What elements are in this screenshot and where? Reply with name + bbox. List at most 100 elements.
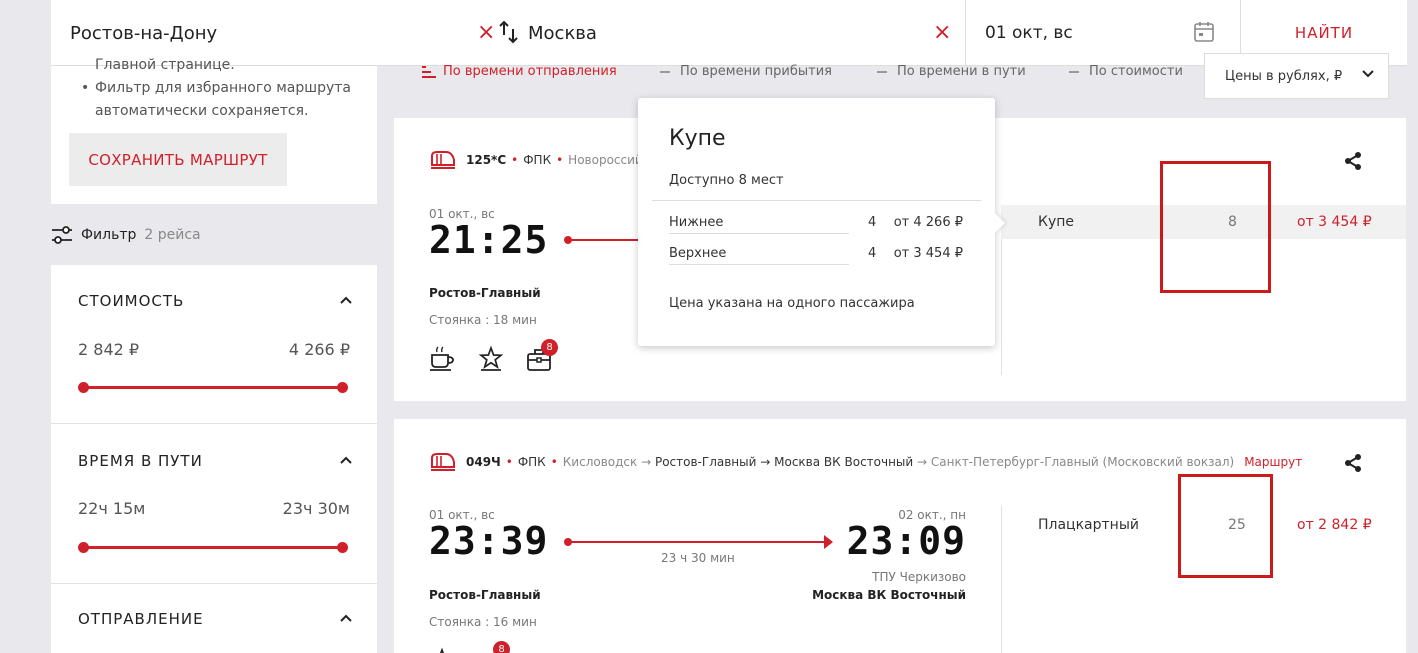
sort-by-price[interactable]: По стоимости [1069,64,1183,79]
filter-header[interactable]: Фильтр 2 рейса [51,220,377,250]
share-icon[interactable] [1343,453,1363,473]
tooltip-title: Купе [669,126,726,151]
save-route-button[interactable]: СОХРАНИТЬ МАРШРУТ [69,133,287,186]
separator-dot: • [505,455,513,469]
arrival-terminal: ТПУ Черкизово [872,570,966,584]
route-arrow: → [760,455,771,469]
carrier: ФПК [523,153,552,167]
train-header: 049Ч • ФПК • Кисловодск → Ростов-Главный… [430,452,1302,472]
dash-icon [877,70,887,73]
coffee-icon[interactable] [429,345,455,371]
note-item: Фильтр для избранного маршрута автоматич… [79,77,359,123]
chevron-up-icon[interactable] [339,295,353,305]
cost-filter: СТОИМОСТЬ 2 842 ₽ 4 266 ₽ [51,265,377,424]
departure-filter: ОТПРАВЛЕНИЕ [51,584,377,653]
note-text: Главной странице. Фильтр для избранного … [79,54,359,123]
dash-icon [1069,70,1079,73]
slider-min-handle[interactable] [78,382,89,393]
highlight-box [1160,161,1271,293]
clear-to-icon[interactable]: × [933,20,951,45]
highlight-box [1178,474,1273,578]
seat-price: от 2 842 ₽ [1297,517,1372,533]
note-partial: Главной странице. [95,57,235,73]
chevron-up-icon[interactable] [339,613,353,623]
berth-count: 4 [868,246,877,261]
tooltip-note: Цена указана на одного пассажира [669,296,915,311]
departure-time: 21:25 [429,218,549,262]
slider-max-handle[interactable] [337,542,348,553]
sort-by-arrival[interactable]: По времени прибытия [660,64,832,79]
arrival-station: Москва ВК Восточный [812,588,966,602]
route-line [564,236,647,244]
berth-price: от 3 454 ₽ [893,246,963,261]
star-icon[interactable] [429,647,455,653]
route-line [564,535,833,549]
chevron-down-icon [1362,70,1374,78]
cost-slider[interactable] [78,382,348,393]
share-icon[interactable] [1343,151,1363,171]
date-value: 01 окт, вс [985,23,1073,43]
amenities-badge: 8 [541,339,558,356]
carrier: ФПК [517,455,546,469]
tooltip-availability: Доступно 8 мест [669,173,784,188]
route-departure-station: Ростов-Главный [654,455,757,469]
sort-by-departure[interactable]: По времени отправления [421,64,617,79]
arrival-time: 23:09 [846,519,966,563]
berth-price: от 4 266 ₽ [893,215,963,230]
separator-dot: • [511,153,519,167]
stop-duration: Стоянка : 16 мин [429,615,537,629]
currency-select[interactable]: Цены в рублях, ₽ [1204,53,1389,99]
sort-label: По стоимости [1089,64,1183,79]
star-icon[interactable] [478,345,504,371]
sort-label: По времени отправления [443,64,617,79]
train-number: 049Ч [466,455,501,469]
travel-time-max: 23ч 30м [282,499,350,518]
departure-station: Ростов-Главный [429,588,541,602]
amenities-badge: 8 [493,641,510,653]
filter-label: Фильтр [81,227,137,243]
divider [652,200,981,201]
travel-duration: 23 ч 30 мин [661,551,735,565]
separator-dot: • [556,153,564,167]
berth-count: 4 [868,215,877,230]
cost-min: 2 842 ₽ [78,340,140,359]
seat-class: Купе [1038,214,1074,230]
saved-route-panel: Главной странице. Фильтр для избранного … [51,57,377,204]
filter-count: 2 рейса [144,227,201,243]
route: Новороссий [568,153,643,167]
chevron-up-icon[interactable] [339,455,353,465]
train-icon [431,453,455,471]
departure-time: 23:39 [429,519,549,563]
train-number: 125*С [466,153,507,167]
berth-type: Нижнее [669,215,724,230]
cost-filter-title: СТОИМОСТЬ [78,292,185,310]
from-value: Ростов-на-Дону [70,22,218,44]
sort-icon [422,65,436,78]
calendar-icon[interactable] [1194,21,1214,43]
seat-details-tooltip: Купе Доступно 8 мест Нижнее 4 от 4 266 ₽… [638,98,1005,346]
cost-max: 4 266 ₽ [288,340,350,359]
slider-max-handle[interactable] [337,382,348,393]
berth-type: Верхнее [669,246,727,261]
train-header: 125*С • ФПК • Новороссий [430,150,643,170]
departure-title: ОТПРАВЛЕНИЕ [78,610,204,628]
travel-time-filter: ВРЕМЯ В ПУТИ 22ч 15м 23ч 30м [51,424,377,584]
seat-price: от 3 454 ₽ [1297,214,1372,230]
route-link[interactable]: Маршрут [1244,455,1302,469]
filter-icon [52,226,72,244]
swap-icon[interactable] [499,19,519,45]
stop-duration: Стоянка : 18 мин [429,313,537,327]
sort-label: По времени прибытия [680,64,832,79]
train-icon [431,151,455,169]
travel-time-title: ВРЕМЯ В ПУТИ [78,452,203,470]
to-field[interactable]: Москва [528,0,908,66]
dash-icon [660,70,670,73]
separator-dot: • [550,455,558,469]
travel-time-slider[interactable] [78,542,348,553]
route-origin: Кисловодск → [562,455,652,469]
date-field[interactable]: 01 окт, вс [985,0,1185,66]
departure-station: Ростов-Главный [429,286,541,300]
clear-from-icon[interactable]: × [477,20,495,45]
sort-by-duration[interactable]: По времени в пути [877,64,1026,79]
slider-min-handle[interactable] [78,542,89,553]
